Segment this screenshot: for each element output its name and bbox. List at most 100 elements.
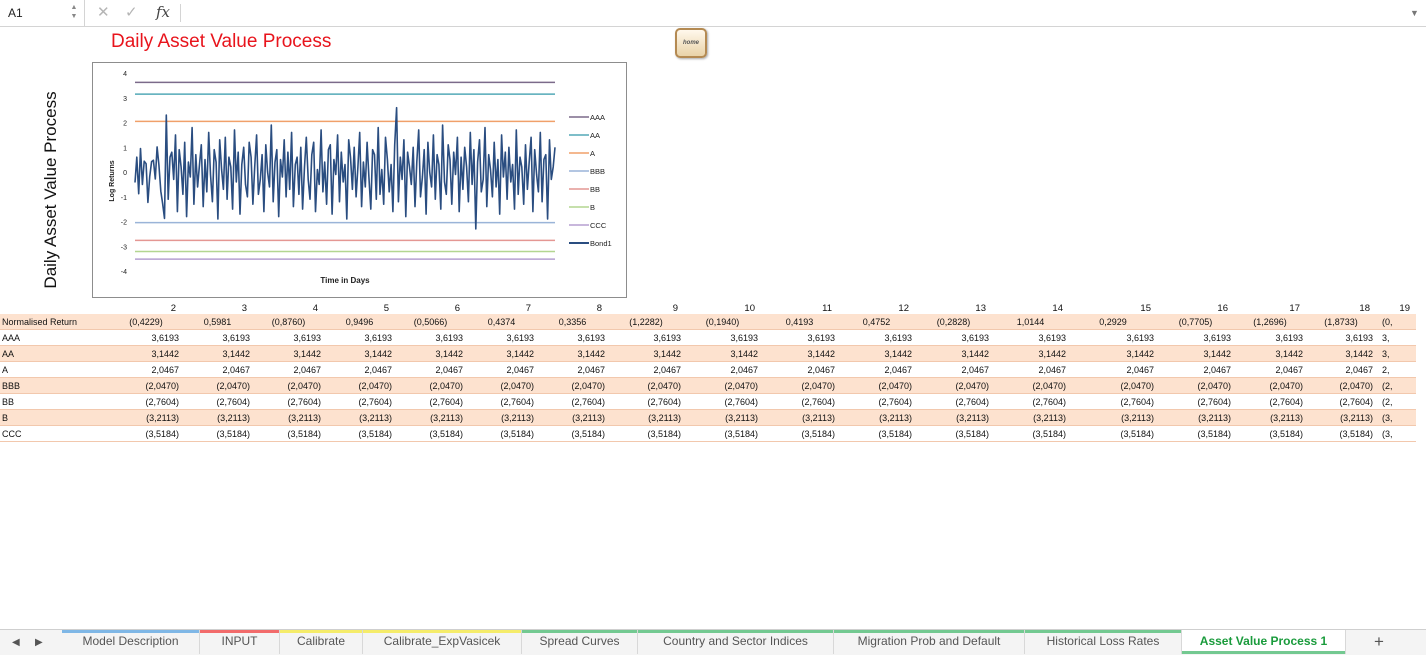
sheet-tab-country-and-sector-indices[interactable]: Country and Sector Indices bbox=[638, 630, 834, 654]
row-label[interactable]: CCC bbox=[0, 425, 110, 442]
table-cell[interactable]: (3,2113) bbox=[608, 409, 684, 426]
table-cell[interactable]: 2,0467 bbox=[537, 361, 608, 378]
table-cell[interactable]: (3,2113) bbox=[761, 409, 838, 426]
table-cell[interactable]: (3,2113) bbox=[915, 409, 992, 426]
table-cell[interactable]: (3,2113) bbox=[1069, 409, 1157, 426]
table-cell[interactable]: (3,5184) bbox=[608, 425, 684, 442]
table-cell[interactable]: 3,6193 bbox=[915, 329, 992, 346]
table-cell[interactable]: (0,8760) bbox=[253, 314, 324, 330]
table-cell[interactable]: (2,0470) bbox=[182, 377, 253, 394]
table-cell[interactable]: (2,7604) bbox=[1157, 393, 1234, 410]
table-cell[interactable]: 3,6193 bbox=[1306, 329, 1376, 346]
table-cell[interactable]: (3, bbox=[1376, 409, 1416, 426]
table-cell[interactable]: 0,3356 bbox=[537, 314, 608, 330]
table-cell[interactable]: 2,0467 bbox=[253, 361, 324, 378]
table-cell[interactable]: (3,5184) bbox=[761, 425, 838, 442]
table-cell[interactable]: (2,7604) bbox=[253, 393, 324, 410]
next-sheet-icon[interactable]: ▶ bbox=[35, 630, 43, 655]
table-cell[interactable]: 2,0467 bbox=[1234, 361, 1306, 378]
table-cell[interactable]: (3, bbox=[1376, 425, 1416, 442]
table-cell[interactable]: 3,6193 bbox=[253, 329, 324, 346]
column-header[interactable]: 11 bbox=[761, 300, 838, 314]
table-cell[interactable]: (1,2282) bbox=[608, 314, 684, 330]
table-cell[interactable]: (3,5184) bbox=[1234, 425, 1306, 442]
sheet-tab-model-description[interactable]: Model Description bbox=[62, 630, 200, 654]
row-label[interactable]: BBB bbox=[0, 377, 110, 394]
function-icon[interactable]: fx bbox=[156, 0, 170, 25]
table-cell[interactable]: (1,8733) bbox=[1306, 314, 1376, 330]
column-header[interactable]: 10 bbox=[684, 300, 761, 314]
table-cell[interactable]: (0,4229) bbox=[110, 314, 182, 330]
sheet-tab-migration-prob-and-default[interactable]: Migration Prob and Default bbox=[834, 630, 1025, 654]
table-cell[interactable]: (2,7604) bbox=[1234, 393, 1306, 410]
table-cell[interactable]: 2,0467 bbox=[395, 361, 466, 378]
table-cell[interactable]: (2, bbox=[1376, 393, 1416, 410]
column-header[interactable]: 13 bbox=[915, 300, 992, 314]
table-cell[interactable]: 0,4374 bbox=[466, 314, 537, 330]
table-cell[interactable]: (2,0470) bbox=[253, 377, 324, 394]
table-cell[interactable]: (2,0470) bbox=[608, 377, 684, 394]
table-cell[interactable]: (1,2696) bbox=[1234, 314, 1306, 330]
table-cell[interactable]: (3,2113) bbox=[182, 409, 253, 426]
row-label[interactable]: A bbox=[0, 361, 110, 378]
table-cell[interactable]: (2,0470) bbox=[537, 377, 608, 394]
table-cell[interactable]: 2,0467 bbox=[915, 361, 992, 378]
table-cell[interactable]: (0,2828) bbox=[915, 314, 992, 330]
table-cell[interactable]: (2,0470) bbox=[466, 377, 537, 394]
table-cell[interactable]: (3,2113) bbox=[992, 409, 1069, 426]
table-cell[interactable]: (0, bbox=[1376, 314, 1416, 330]
table-cell[interactable]: (2,0470) bbox=[1069, 377, 1157, 394]
table-cell[interactable]: (2,0470) bbox=[110, 377, 182, 394]
table-cell[interactable]: 0,4752 bbox=[838, 314, 915, 330]
table-cell[interactable]: 2,0467 bbox=[182, 361, 253, 378]
table-cell[interactable]: 0,2929 bbox=[1069, 314, 1157, 330]
column-header[interactable]: 7 bbox=[466, 300, 537, 314]
table-cell[interactable]: 3,1442 bbox=[395, 345, 466, 362]
column-header[interactable]: 15 bbox=[1069, 300, 1157, 314]
table-cell[interactable]: (2,7604) bbox=[466, 393, 537, 410]
table-cell[interactable]: 3,1442 bbox=[915, 345, 992, 362]
table-cell[interactable]: 3,1442 bbox=[761, 345, 838, 362]
table-cell[interactable]: (2,7604) bbox=[992, 393, 1069, 410]
table-cell[interactable]: 3,1442 bbox=[684, 345, 761, 362]
table-cell[interactable]: (3,2113) bbox=[684, 409, 761, 426]
table-cell[interactable]: 3,1442 bbox=[110, 345, 182, 362]
chevron-down-icon[interactable]: ▼ bbox=[1410, 0, 1419, 26]
table-cell[interactable]: 2,0467 bbox=[608, 361, 684, 378]
name-box-stepper-icon[interactable]: ▲ ▼ bbox=[70, 3, 78, 23]
table-cell[interactable]: 3,1442 bbox=[1069, 345, 1157, 362]
row-label[interactable]: BB bbox=[0, 393, 110, 410]
table-cell[interactable]: 3,6193 bbox=[1234, 329, 1306, 346]
table-cell[interactable]: 3,1442 bbox=[992, 345, 1069, 362]
table-cell[interactable]: (2,7604) bbox=[324, 393, 395, 410]
table-cell[interactable]: (2,0470) bbox=[992, 377, 1069, 394]
table-cell[interactable]: 3,6193 bbox=[1157, 329, 1234, 346]
table-cell[interactable]: 3,1442 bbox=[466, 345, 537, 362]
table-cell[interactable]: (0,7705) bbox=[1157, 314, 1234, 330]
row-label[interactable]: B bbox=[0, 409, 110, 426]
column-header[interactable]: 17 bbox=[1234, 300, 1306, 314]
table-cell[interactable]: 3,1442 bbox=[537, 345, 608, 362]
table-cell[interactable]: 3,6193 bbox=[324, 329, 395, 346]
column-header[interactable]: 3 bbox=[182, 300, 253, 314]
table-cell[interactable]: (2,7604) bbox=[684, 393, 761, 410]
column-header[interactable]: 18 bbox=[1306, 300, 1376, 314]
table-cell[interactable]: 1,0144 bbox=[992, 314, 1069, 330]
table-cell[interactable]: (2,0470) bbox=[1306, 377, 1376, 394]
table-cell[interactable]: (2,0470) bbox=[684, 377, 761, 394]
table-cell[interactable]: (3,2113) bbox=[1306, 409, 1376, 426]
sheet-tab-spread-curves[interactable]: Spread Curves bbox=[522, 630, 638, 654]
table-cell[interactable]: (2,7604) bbox=[395, 393, 466, 410]
home-button[interactable]: home bbox=[675, 28, 707, 58]
table-cell[interactable]: (3,2113) bbox=[466, 409, 537, 426]
table-cell[interactable]: 2,0467 bbox=[1069, 361, 1157, 378]
table-cell[interactable]: 3,1442 bbox=[608, 345, 684, 362]
table-cell[interactable]: 3,6193 bbox=[838, 329, 915, 346]
column-header[interactable]: 16 bbox=[1157, 300, 1234, 314]
table-cell[interactable]: 3,1442 bbox=[324, 345, 395, 362]
table-cell[interactable]: 2,0467 bbox=[992, 361, 1069, 378]
table-cell[interactable]: (2,0470) bbox=[761, 377, 838, 394]
table-cell[interactable]: 3,6193 bbox=[110, 329, 182, 346]
table-cell[interactable]: (3,5184) bbox=[684, 425, 761, 442]
table-cell[interactable]: (3,5184) bbox=[182, 425, 253, 442]
